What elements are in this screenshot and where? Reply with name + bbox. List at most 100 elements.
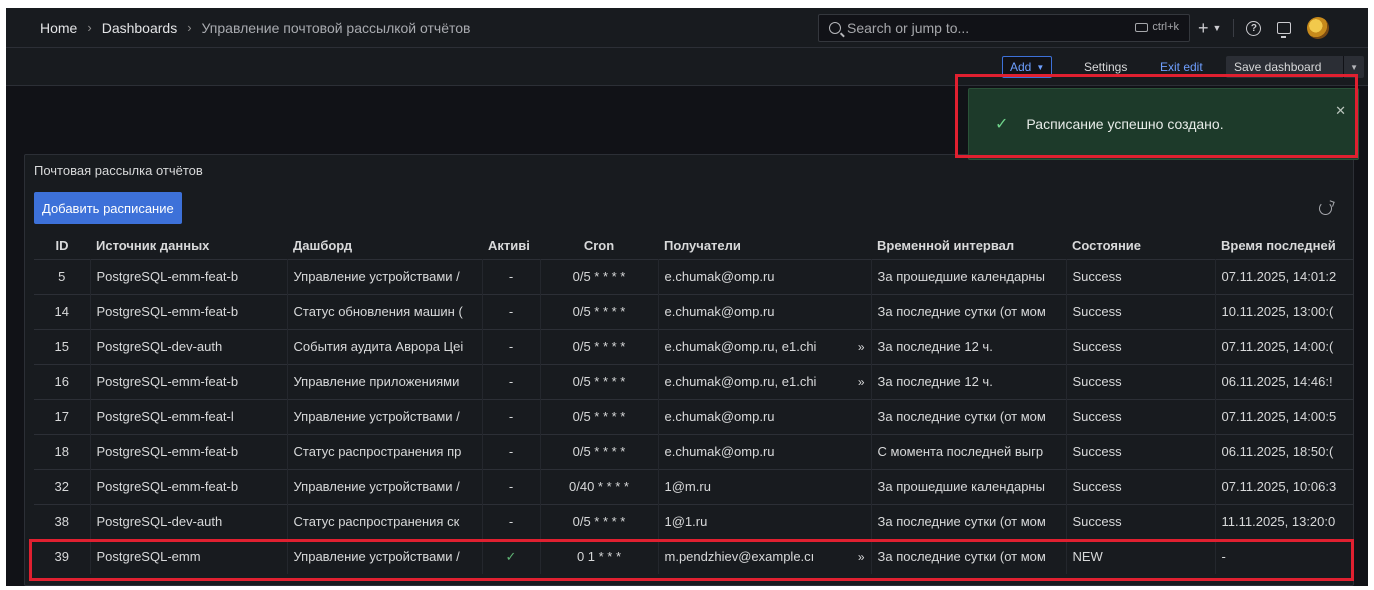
cell-source: PostgreSQL-emm-feat-b bbox=[90, 468, 288, 504]
recipients-text: 1@m.ru bbox=[664, 479, 711, 494]
refresh-icon[interactable] bbox=[1319, 202, 1332, 215]
expand-recipients-icon[interactable]: » bbox=[858, 340, 865, 354]
plus-icon: + bbox=[1198, 17, 1209, 38]
recipients-text: 1@1.ru bbox=[664, 514, 708, 529]
column-header-interval[interactable]: Временной интервал bbox=[871, 232, 1066, 259]
cell-cron: 0/5 * * * * bbox=[540, 328, 659, 364]
cell-state: Success bbox=[1066, 468, 1216, 504]
report-schedule-panel: Почтовая рассылка отчётов Добавить распи… bbox=[24, 154, 1354, 586]
table-row[interactable]: 18 PostgreSQL-emm-feat-b Статус распрост… bbox=[34, 433, 1354, 469]
table-body: 5 PostgreSQL-emm-feat-b Управление устро… bbox=[34, 258, 1354, 574]
cell-dashboard: Статус распространения пр bbox=[287, 433, 483, 469]
cell-id: 32 bbox=[34, 468, 91, 504]
cell-state: Success bbox=[1066, 433, 1216, 469]
recipients-text: e.chumak@omp.ru bbox=[664, 444, 775, 459]
cell-state: Success bbox=[1066, 503, 1216, 539]
keyboard-shortcut: ctrl+k bbox=[1135, 21, 1179, 33]
table-row[interactable]: 16 PostgreSQL-emm-feat-b Управление прил… bbox=[34, 363, 1354, 399]
avatar[interactable] bbox=[1307, 17, 1330, 39]
table-row[interactable]: 15 PostgreSQL-dev-auth События аудита Ав… bbox=[34, 328, 1354, 364]
column-header-last-time[interactable]: Время последней bbox=[1215, 232, 1354, 259]
cell-source: PostgreSQL-emm-feat-b bbox=[90, 258, 288, 294]
cell-active: - bbox=[482, 503, 541, 539]
column-header-cron[interactable]: Cron bbox=[540, 232, 658, 259]
table-row[interactable]: 38 PostgreSQL-dev-auth Статус распростра… bbox=[34, 503, 1354, 539]
cell-state: Success bbox=[1066, 363, 1216, 399]
cell-cron: 0/5 * * * * bbox=[540, 433, 659, 469]
cell-dashboard: Управление приложениями bbox=[287, 363, 483, 399]
table-row[interactable]: 17 PostgreSQL-emm-feat-l Управление устр… bbox=[34, 398, 1354, 434]
recipients-text: e.chumak@omp.ru bbox=[664, 409, 775, 424]
cell-dashboard: Статус распространения ск bbox=[287, 503, 483, 539]
cell-last-time: 07.11.2025, 14:00:( bbox=[1215, 328, 1354, 364]
cell-interval: За прошедшие календарны bbox=[871, 258, 1067, 294]
cell-interval: За последние 12 ч. bbox=[871, 363, 1067, 399]
cell-state: Success bbox=[1066, 293, 1216, 329]
table-row[interactable]: 14 PostgreSQL-emm-feat-b Статус обновлен… bbox=[34, 293, 1354, 329]
save-dashboard-label: Save dashboard bbox=[1234, 60, 1322, 74]
cell-last-time: 07.11.2025, 14:00:5 bbox=[1215, 398, 1354, 434]
cell-id: 17 bbox=[34, 398, 91, 434]
top-actions: + ▼ ? bbox=[1198, 16, 1330, 40]
cell-last-time: 06.11.2025, 18:50:( bbox=[1215, 433, 1354, 469]
breadcrumb-home[interactable]: Home bbox=[40, 20, 77, 36]
help-icon[interactable]: ? bbox=[1246, 20, 1262, 36]
cell-dashboard: Управление устройствами / bbox=[287, 468, 483, 504]
column-header-state[interactable]: Состояние bbox=[1066, 232, 1215, 259]
cell-interval: За последние сутки (от мом bbox=[871, 293, 1067, 329]
cell-interval: За последние сутки (от мом bbox=[871, 398, 1067, 434]
cell-interval: С момента последней выгр bbox=[871, 433, 1067, 469]
cell-dashboard: Управление устройствами / bbox=[287, 398, 483, 434]
cell-interval: За последние сутки (от мом bbox=[871, 503, 1067, 539]
add-schedule-button[interactable]: Добавить расписание bbox=[34, 192, 182, 224]
search-input[interactable]: Search or jump to... ctrl+k bbox=[818, 14, 1190, 42]
cell-id: 15 bbox=[34, 328, 91, 364]
top-navigation-bar: Home › Dashboards › Управление почтовой … bbox=[6, 8, 1368, 48]
chevron-down-icon: ▼ bbox=[1212, 23, 1222, 33]
cell-state: Success bbox=[1066, 398, 1216, 434]
cell-state: Success bbox=[1066, 258, 1216, 294]
cell-id: 18 bbox=[34, 433, 91, 469]
column-header-active[interactable]: Активі bbox=[482, 232, 540, 259]
toast-highlight-box bbox=[955, 74, 1358, 158]
cell-active: - bbox=[482, 433, 541, 469]
cell-id: 16 bbox=[34, 363, 91, 399]
breadcrumb: Home › Dashboards › Управление почтовой … bbox=[40, 20, 470, 36]
cell-id: 38 bbox=[34, 503, 91, 539]
cell-recipients: e.chumak@omp.ru bbox=[658, 293, 872, 329]
column-header-source[interactable]: Источник данных bbox=[90, 232, 287, 259]
column-header-id[interactable]: ID bbox=[34, 232, 90, 259]
chevron-right-icon: › bbox=[187, 20, 192, 35]
column-header-dashboard[interactable]: Дашборд bbox=[287, 232, 482, 259]
cell-last-time: 06.11.2025, 14:46:! bbox=[1215, 363, 1354, 399]
cell-active: - bbox=[482, 258, 541, 294]
cell-last-time: 10.11.2025, 13:00:( bbox=[1215, 293, 1354, 329]
cell-recipients: e.chumak@omp.ru bbox=[658, 258, 872, 294]
cell-cron: 0/5 * * * * bbox=[540, 503, 659, 539]
panel-title: Почтовая рассылка отчётов bbox=[34, 163, 203, 178]
cell-active: - bbox=[482, 468, 541, 504]
recipients-text: e.chumak@omp.ru, e1.chi bbox=[664, 339, 817, 354]
table-row[interactable]: 32 PostgreSQL-emm-feat-b Управление устр… bbox=[34, 468, 1354, 504]
news-icon[interactable] bbox=[1277, 22, 1292, 38]
breadcrumb-dashboards[interactable]: Dashboards bbox=[102, 20, 178, 36]
cell-recipients: e.chumak@omp.ru bbox=[658, 433, 872, 469]
cell-source: PostgreSQL-emm-feat-b bbox=[90, 433, 288, 469]
column-header-recipients[interactable]: Получатели bbox=[658, 232, 871, 259]
cell-recipients: e.chumak@omp.ru, e1.chi » bbox=[658, 328, 872, 364]
new-menu-button[interactable]: + ▼ bbox=[1198, 18, 1221, 39]
keyboard-icon bbox=[1135, 22, 1149, 32]
chevron-down-icon[interactable]: ▼ bbox=[1350, 63, 1358, 72]
cell-interval: За прошедшие календарны bbox=[871, 468, 1067, 504]
cell-dashboard: Управление устройствами / bbox=[287, 258, 483, 294]
cell-recipients: 1@1.ru bbox=[658, 503, 872, 539]
add-button-label: Add bbox=[1010, 60, 1032, 74]
cell-cron: 0/5 * * * * bbox=[540, 363, 659, 399]
cell-active: - bbox=[482, 293, 541, 329]
cell-active: - bbox=[482, 398, 541, 434]
recipients-text: e.chumak@omp.ru bbox=[664, 304, 775, 319]
breadcrumb-current: Управление почтовой рассылкой отчётов bbox=[201, 19, 471, 36]
cell-source: PostgreSQL-emm-feat-l bbox=[90, 398, 288, 434]
table-row[interactable]: 5 PostgreSQL-emm-feat-b Управление устро… bbox=[34, 258, 1354, 294]
expand-recipients-icon[interactable]: » bbox=[858, 375, 865, 389]
